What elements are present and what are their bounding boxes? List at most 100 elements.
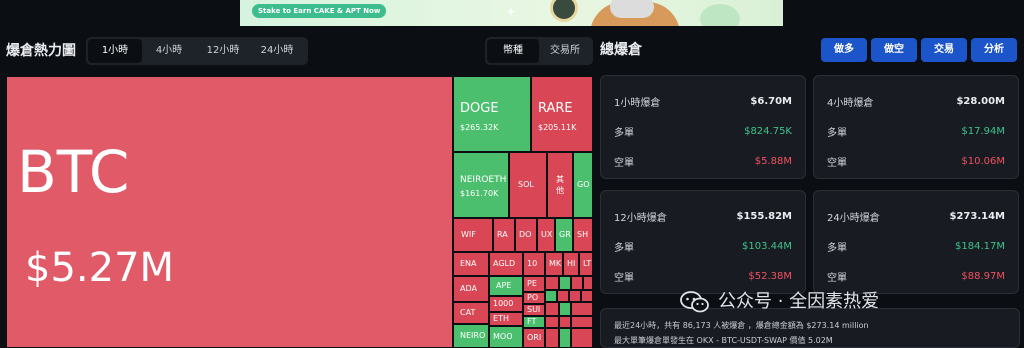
total-liquidation-title: 總爆倉 (600, 42, 642, 58)
tile-hi[interactable]: HI (563, 252, 579, 276)
promo-banner[interactable]: Stake to Earn CAKE & APT Now ✦ (240, 0, 783, 26)
analysis-button[interactable]: 分析 (971, 38, 1017, 62)
tile-sol-name: SOL (518, 180, 534, 189)
tile-small-14[interactable] (571, 316, 593, 328)
tab-12h[interactable]: 12小時 (196, 39, 250, 63)
tile-small-7[interactable] (569, 290, 581, 302)
tile-1000-name: 1000 (493, 299, 514, 308)
tile-10[interactable]: 10 (523, 252, 545, 276)
tile-neiro-name: NEIRO (460, 331, 486, 340)
tile-small-10[interactable] (559, 302, 571, 316)
tile-btc[interactable]: BTC $5.27M (6, 76, 453, 348)
tile-po-name: PO (527, 293, 539, 302)
tile-10-name: 10 (527, 259, 538, 268)
long-value: $103.44M (742, 240, 792, 252)
banner-cta-label[interactable]: Stake to Earn CAKE & APT Now (252, 4, 387, 18)
tile-small-2[interactable] (559, 276, 571, 290)
short-label: 空單 (614, 157, 634, 169)
tile-wif-name: WIF (461, 230, 476, 239)
tile-small-16[interactable] (559, 328, 571, 348)
tab-4h[interactable]: 4小時 (142, 39, 196, 63)
tile-ra[interactable]: RA (493, 218, 515, 252)
trade-button[interactable]: 交易 (921, 38, 967, 62)
tile-agld-name: AGLD (493, 259, 516, 268)
tab-24h[interactable]: 24小時 (250, 39, 304, 63)
tile-sol[interactable]: SOL (509, 152, 547, 218)
tile-small-13[interactable] (559, 316, 571, 328)
tile-small-1[interactable] (545, 276, 559, 290)
tile-small-3[interactable] (571, 276, 583, 290)
long-label: 多單 (614, 127, 634, 139)
long-button[interactable]: 做多 (821, 38, 867, 62)
short-value: $52.38M (748, 270, 792, 282)
tile-small-6[interactable] (557, 290, 569, 302)
tab-coin[interactable]: 幣種 (487, 39, 539, 63)
tile-do[interactable]: DO (515, 218, 537, 252)
liquidation-card-4h: 4小時爆倉 $28.00M 多單 $17.94M 空單 $10.06M (813, 75, 1019, 179)
card-total: $273.14M (949, 210, 1006, 222)
summary-line-1: 最近24小時，共有 86,173 人被爆倉 ，爆倉總金額為 $273.14 mi… (614, 321, 869, 330)
tile-rare-name: RARE (538, 101, 573, 116)
tile-rare-value: $205.11K (538, 123, 577, 132)
short-value: $88.97M (961, 270, 1005, 282)
tile-wif[interactable]: WIF (453, 218, 493, 252)
tile-cat[interactable]: CAT (453, 302, 489, 324)
tile-small-15[interactable] (545, 328, 559, 348)
tile-agld[interactable]: AGLD (489, 252, 523, 276)
tile-doge[interactable]: DOGE $265.32K (453, 76, 531, 152)
tile-ux[interactable]: UX (537, 218, 555, 252)
short-value: $5.88M (754, 155, 792, 167)
tile-ori-name: ORI (527, 333, 542, 342)
tile-sh[interactable]: SH (573, 218, 593, 252)
tile-eth[interactable]: ETH (489, 312, 523, 326)
tab-exchange[interactable]: 交易所 (539, 39, 591, 63)
bunny-illustration (610, 0, 654, 18)
tile-pe-name: PE (527, 279, 537, 288)
tile-mk[interactable]: MK (545, 252, 563, 276)
tile-lt[interactable]: LT (579, 252, 593, 276)
card-label: 12小時爆倉 (614, 212, 667, 224)
tile-ft[interactable]: FT (523, 316, 545, 328)
tile-ada-name: ADA (460, 284, 477, 293)
tile-pe[interactable]: PE (523, 276, 545, 292)
coin-illustration (550, 0, 578, 22)
tile-1000[interactable]: 1000 (489, 296, 523, 312)
tile-neiro[interactable]: NEIRO (453, 324, 489, 348)
tile-rare[interactable]: RARE $205.11K (531, 76, 593, 152)
tile-ena[interactable]: ENA (453, 252, 489, 276)
tile-go[interactable]: GO (573, 152, 593, 218)
tile-ena-name: ENA (460, 259, 477, 268)
tile-other-name: 其他 (556, 175, 564, 195)
tile-po[interactable]: PO (523, 292, 545, 304)
liquidation-card-24h: 24小時爆倉 $273.14M 多單 $184.17M 空單 $88.97M (813, 190, 1019, 294)
tile-ori[interactable]: ORI (523, 328, 545, 348)
tile-ape-name: APE (496, 281, 512, 290)
tile-neiroeth[interactable]: NEIROETH $161.70K (453, 152, 509, 218)
group-by-tabs: 幣種 交易所 (485, 37, 593, 65)
short-button[interactable]: 做空 (871, 38, 917, 62)
liquidation-summary: 最近24小時，共有 86,173 人被爆倉 ，爆倉總金額為 $273.14 mi… (600, 308, 1020, 348)
tile-ada[interactable]: ADA (453, 276, 489, 302)
tile-do-name: DO (519, 230, 532, 239)
tile-small-5[interactable] (545, 290, 557, 302)
tile-eth-name: ETH (493, 314, 509, 323)
short-label: 空單 (827, 157, 847, 169)
card-label: 1小時爆倉 (614, 97, 661, 109)
tile-moo[interactable]: MOO (489, 326, 523, 348)
tile-other[interactable]: 其他 (547, 152, 573, 218)
tile-small-12[interactable] (545, 316, 559, 328)
tile-small-4[interactable] (583, 276, 593, 290)
tile-ra-name: RA (497, 230, 508, 239)
tile-mk-name: MK (549, 259, 562, 268)
tab-1h[interactable]: 1小時 (88, 39, 142, 63)
long-value: $184.17M (955, 240, 1005, 252)
tile-small-8[interactable] (581, 290, 593, 302)
long-label: 多單 (827, 127, 847, 139)
tile-small-11[interactable] (571, 302, 593, 316)
tile-small-9[interactable] (545, 302, 559, 316)
tile-small-17[interactable] (571, 328, 593, 348)
tile-ape[interactable]: APE (489, 276, 523, 296)
tile-lt-name: LT (583, 259, 592, 268)
tile-gr[interactable]: GR (555, 218, 573, 252)
tile-sui[interactable]: SUI (523, 304, 545, 316)
